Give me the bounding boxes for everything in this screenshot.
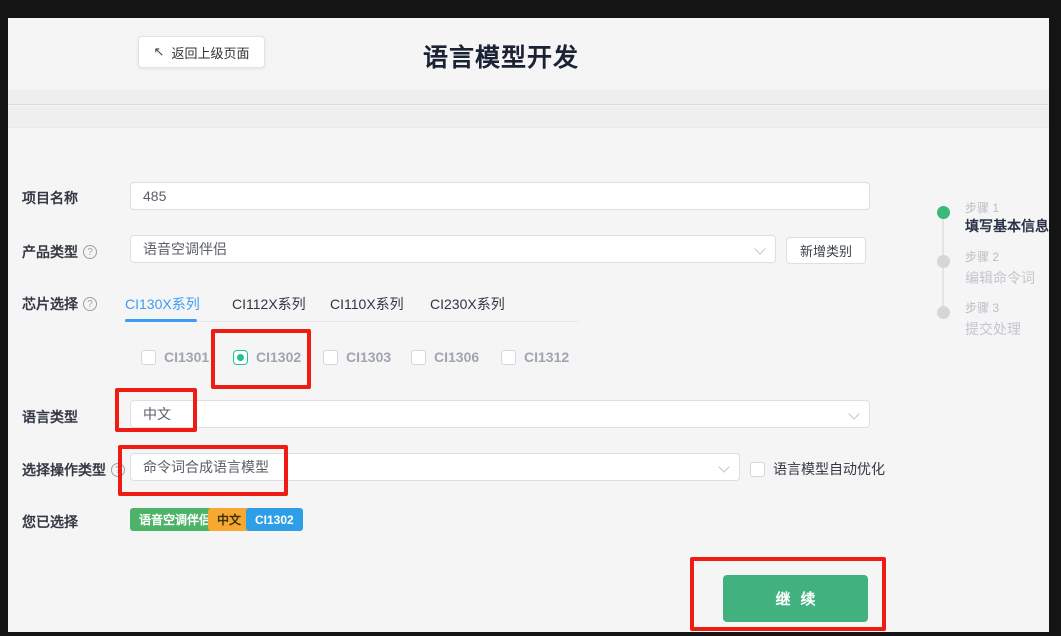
selected-label: 您已选择	[22, 512, 78, 532]
chip-option-ci1306[interactable]: CI1306	[411, 349, 479, 365]
checkbox-checked-icon[interactable]	[233, 350, 248, 365]
window-frame: ↖ 返回上级页面 语言模型开发 项目名称 485 产品类型 ? 语音空调伴侣 新…	[0, 0, 1061, 636]
step-1-dot	[937, 206, 950, 219]
checkbox-icon[interactable]	[323, 350, 338, 365]
tab-ci110x[interactable]: CI110X系列	[330, 294, 404, 314]
project-name-label: 项目名称	[22, 188, 78, 208]
header-divider-band-1	[8, 90, 1049, 105]
chip-option-ci1312[interactable]: CI1312	[501, 349, 569, 365]
operation-type-select[interactable]: 命令词合成语言模型	[130, 453, 740, 481]
auto-optimize-checkbox[interactable]: 语言模型自动优化	[750, 459, 885, 479]
operation-type-value: 命令词合成语言模型	[143, 457, 269, 477]
add-category-button[interactable]: 新增类别	[786, 237, 866, 264]
chevron-down-icon	[720, 463, 729, 472]
continue-button[interactable]: 继续	[723, 575, 868, 622]
chip-option-label: CI1302	[256, 349, 301, 365]
chevron-down-icon	[850, 410, 859, 419]
page: ↖ 返回上级页面 语言模型开发 项目名称 485 产品类型 ? 语音空调伴侣 新…	[8, 18, 1049, 632]
chip-option-ci1301[interactable]: CI1301	[141, 349, 209, 365]
project-name-value: 485	[143, 188, 166, 204]
chip-option-label: CI1312	[524, 349, 569, 365]
page-title: 语言模型开发	[351, 38, 651, 74]
tab-ci112x[interactable]: CI112X系列	[232, 294, 306, 314]
checkbox-icon[interactable]	[750, 462, 765, 477]
step-2-label: 步骤 2	[965, 248, 999, 265]
selected-tag-product: 语音空调伴侣	[130, 508, 220, 531]
step-3-dot	[937, 306, 950, 319]
chip-option-label: CI1301	[164, 349, 209, 365]
green-dot	[237, 354, 244, 361]
checkbox-icon[interactable]	[411, 350, 426, 365]
arrow-up-left-icon: ↖	[154, 44, 165, 60]
checkbox-icon[interactable]	[141, 350, 156, 365]
product-type-select[interactable]: 语音空调伴侣	[130, 235, 776, 263]
step-1-name: 填写基本信息	[965, 216, 1049, 236]
step-2-name: 编辑命令词	[965, 268, 1035, 288]
step-3-name: 提交处理	[965, 319, 1021, 339]
product-type-label: 产品类型 ?	[22, 242, 97, 262]
language-type-label: 语言类型	[22, 407, 78, 427]
checkbox-icon[interactable]	[501, 350, 516, 365]
chip-option-ci1303[interactable]: CI1303	[323, 349, 391, 365]
tab-active-underline	[125, 319, 197, 322]
language-type-select[interactable]: 中文	[130, 400, 870, 428]
tab-ci130x[interactable]: CI130X系列	[125, 294, 200, 314]
help-icon[interactable]: ?	[83, 297, 97, 311]
project-name-input[interactable]: 485	[130, 182, 870, 210]
header-divider-band-2	[8, 106, 1049, 128]
chip-option-label: CI1303	[346, 349, 391, 365]
back-button[interactable]: ↖ 返回上级页面	[138, 36, 265, 68]
product-type-value: 语音空调伴侣	[143, 239, 227, 259]
language-type-value: 中文	[143, 404, 171, 424]
back-button-label: 返回上级页面	[171, 43, 249, 62]
step-2-dot	[937, 255, 950, 268]
operation-type-label: 选择操作类型 ?	[22, 460, 125, 480]
help-icon[interactable]: ?	[83, 245, 97, 259]
chip-option-ci1302[interactable]: CI1302	[233, 349, 301, 365]
chip-select-label: 芯片选择 ?	[22, 294, 97, 314]
tab-ci230x[interactable]: CI230X系列	[430, 294, 505, 314]
step-1-label: 步骤 1	[965, 199, 999, 216]
help-icon[interactable]: ?	[111, 463, 125, 477]
chevron-down-icon	[756, 245, 765, 254]
step-3-label: 步骤 3	[965, 299, 999, 316]
auto-optimize-label: 语言模型自动优化	[773, 459, 885, 479]
selected-tag-chip: CI1302	[246, 508, 303, 531]
chip-option-label: CI1306	[434, 349, 479, 365]
selected-tag-language: 中文	[208, 508, 250, 531]
